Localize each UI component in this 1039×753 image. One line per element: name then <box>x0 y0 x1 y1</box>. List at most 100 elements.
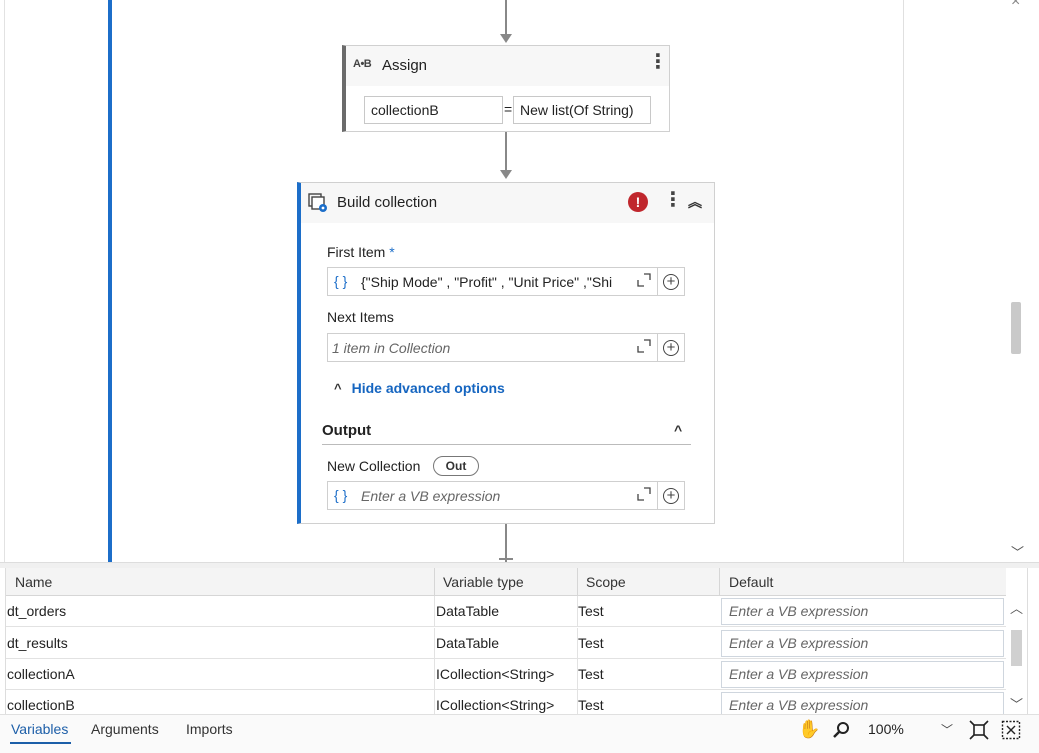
variable-name[interactable]: dt_results <box>7 635 68 651</box>
expand-editor-icon[interactable] <box>637 273 651 287</box>
new-collection-placeholder[interactable]: Enter a VB expression <box>361 488 500 504</box>
column-separator <box>434 568 435 596</box>
expression-editor-icon[interactable]: { } <box>334 487 347 503</box>
output-section-title: Output <box>322 422 372 439</box>
expand-editor-icon[interactable] <box>637 339 651 353</box>
active-tab-indicator <box>10 742 71 744</box>
variable-default-input[interactable]: Enter a VB expression <box>721 692 1004 714</box>
cell-separator <box>434 596 435 627</box>
overview-icon[interactable] <box>1001 720 1021 740</box>
add-icon[interactable]: + <box>663 488 679 504</box>
first-item-label-text: First Item <box>327 244 386 260</box>
variable-default-input[interactable]: Enter a VB expression <box>721 630 1004 657</box>
assign-value-field[interactable]: New list(Of String) <box>513 96 651 124</box>
next-items-add[interactable]: + <box>658 333 685 362</box>
error-icon[interactable]: ! <box>628 192 648 212</box>
assign-equals: = <box>504 101 513 117</box>
column-separator <box>719 568 720 596</box>
variable-scope[interactable]: Test <box>578 603 604 619</box>
variable-name[interactable]: collectionB <box>7 697 75 713</box>
canvas-scrollbar[interactable]: ﹀ <box>1007 0 1025 562</box>
chevron-down-icon[interactable]: ﹀ <box>1010 694 1023 713</box>
canvas-edge <box>4 0 5 566</box>
add-icon[interactable]: + <box>663 340 679 356</box>
variable-type[interactable]: ICollection<String> <box>436 666 554 682</box>
build-collection-header[interactable]: Build collection ! ⋮ ︽ <box>301 183 714 223</box>
kebab-menu-icon[interactable]: ⋮ <box>648 52 668 72</box>
assign-header[interactable]: A•B Assign ⋮ <box>346 46 669 86</box>
variable-type[interactable]: ICollection<String> <box>436 697 554 713</box>
variable-type[interactable]: DataTable <box>436 603 499 619</box>
zoom-search-icon[interactable] <box>832 721 850 739</box>
variable-default-input[interactable]: Enter a VB expression <box>721 598 1004 625</box>
scrollbar-thumb[interactable] <box>1011 630 1022 666</box>
connector-line <box>505 132 507 170</box>
build-collection-activity[interactable]: Build collection ! ⋮ ︽ First Item * { } … <box>297 182 715 524</box>
build-collection-title: Build collection <box>337 194 438 211</box>
kebab-menu-icon[interactable]: ⋮ <box>663 190 683 210</box>
new-collection-label: New Collection <box>327 458 421 474</box>
connector-arrow <box>500 34 512 43</box>
table-row[interactable]: collectionA ICollection<String> Test Ent… <box>6 659 1006 690</box>
assign-icon: A•B <box>353 58 372 70</box>
fit-to-screen-icon[interactable] <box>969 720 989 740</box>
connector-arrow <box>500 170 512 179</box>
connector-line <box>505 0 507 34</box>
chevron-down-icon[interactable]: ﹀ <box>941 721 953 738</box>
expand-editor-icon[interactable] <box>637 487 651 501</box>
first-item-label: First Item * <box>327 244 395 260</box>
next-items-placeholder[interactable]: 1 item in Collection <box>332 340 450 356</box>
collapse-icon[interactable]: ︽ <box>688 192 702 212</box>
cell-separator <box>434 659 435 690</box>
table-row[interactable]: collectionB ICollection<String> Test Ent… <box>6 690 1006 714</box>
connector-end <box>499 558 513 560</box>
new-collection-add[interactable]: + <box>658 481 685 510</box>
first-item-field[interactable]: { } {"Ship Mode" , "Profit" , "Unit Pric… <box>327 267 658 296</box>
tab-arguments[interactable]: Arguments <box>91 721 159 737</box>
new-collection-field[interactable]: { } Enter a VB expression <box>327 481 658 510</box>
direction-pill: Out <box>433 456 479 476</box>
chevron-up-icon[interactable]: ︿ <box>1010 598 1023 617</box>
hand-pan-icon[interactable]: ✋ <box>798 719 820 740</box>
column-variable-type[interactable]: Variable type <box>443 574 524 590</box>
tab-imports[interactable]: Imports <box>186 721 233 737</box>
designer-bottom-bar: Variables Arguments Imports ✋ 100% ﹀ <box>0 714 1039 753</box>
variables-panel: Name Variable type Scope Default dt_orde… <box>5 568 1028 714</box>
sequence-indicator-bar <box>108 0 112 562</box>
expression-editor-icon[interactable]: { } <box>334 273 347 289</box>
cell-separator <box>434 628 435 659</box>
variable-scope[interactable]: Test <box>578 666 604 682</box>
variable-name[interactable]: collectionA <box>7 666 75 682</box>
assign-activity[interactable]: A•B Assign ⋮ collectionB = New list(Of S… <box>342 45 670 132</box>
designer-canvas: × A•B Assign ⋮ collectionB = New list(Of… <box>0 0 1039 566</box>
hide-advanced-options-link[interactable]: ^ Hide advanced options <box>334 380 505 396</box>
next-items-field[interactable]: 1 item in Collection <box>327 333 658 362</box>
scrollbar-thumb[interactable] <box>1011 302 1021 354</box>
collection-icon <box>308 193 327 212</box>
variable-scope[interactable]: Test <box>578 697 604 713</box>
table-row[interactable]: dt_orders DataTable Test Enter a VB expr… <box>6 596 1006 627</box>
section-divider <box>322 444 691 445</box>
column-default[interactable]: Default <box>729 574 773 590</box>
add-icon[interactable]: + <box>663 274 679 290</box>
chevron-down-icon[interactable]: ﹀ <box>1011 542 1024 561</box>
variables-scrollbar[interactable]: ︿ ﹀ <box>1006 596 1026 714</box>
column-scope[interactable]: Scope <box>586 574 626 590</box>
variable-default-input[interactable]: Enter a VB expression <box>721 661 1004 688</box>
first-item-add[interactable]: + <box>658 267 685 296</box>
variable-type[interactable]: DataTable <box>436 635 499 651</box>
variables-header: Name Variable type Scope Default <box>6 568 1006 596</box>
chevron-up-icon[interactable]: ^ <box>674 422 682 438</box>
chevron-up-icon: ^ <box>334 381 342 396</box>
cell-separator <box>434 690 435 714</box>
next-items-label: Next Items <box>327 309 394 325</box>
variable-name[interactable]: dt_orders <box>7 603 66 619</box>
column-name[interactable]: Name <box>15 574 52 590</box>
first-item-value[interactable]: {"Ship Mode" , "Profit" , "Unit Price" ,… <box>361 274 631 290</box>
assign-to-field[interactable]: collectionB <box>364 96 503 124</box>
zoom-level[interactable]: 100% <box>868 721 904 737</box>
variable-scope[interactable]: Test <box>578 635 604 651</box>
table-row[interactable]: dt_results DataTable Test Enter a VB exp… <box>6 628 1006 659</box>
tab-variables[interactable]: Variables <box>11 721 68 737</box>
required-marker: * <box>389 244 395 260</box>
